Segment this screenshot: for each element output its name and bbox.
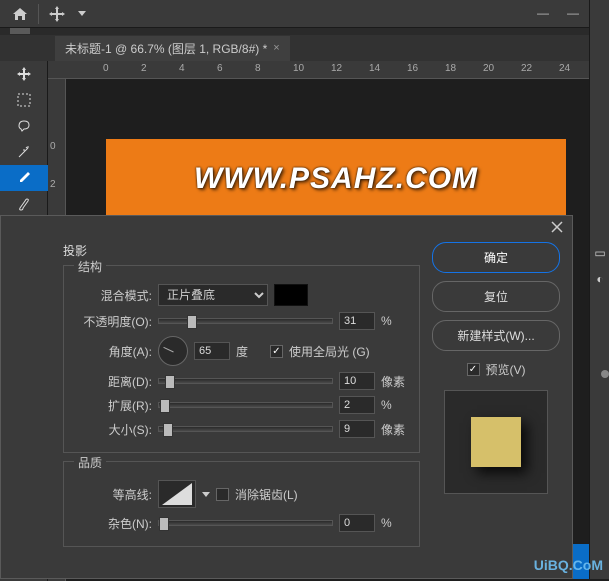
panel-icon-1[interactable]: ▭ [590, 240, 609, 266]
angle-dial[interactable] [158, 336, 188, 366]
canvas[interactable]: WWW.PSAHZ.COM [106, 139, 566, 219]
antialias-label: 消除锯齿(L) [235, 486, 298, 503]
ruler-horizontal: 0 2 4 6 8 10 12 14 16 18 20 22 24 [48, 61, 609, 79]
minimize-icon[interactable]: — [537, 6, 549, 20]
contour-label: 等高线: [74, 486, 152, 503]
panel-icon-2[interactable]: ◐ [590, 266, 609, 292]
wand-tool[interactable] [0, 139, 48, 165]
close-tab-icon[interactable]: × [273, 42, 279, 54]
canvas-text: WWW.PSAHZ.COM [194, 162, 478, 196]
noise-row: 杂色(N): % [74, 514, 409, 532]
marquee-tool[interactable] [0, 87, 48, 113]
opacity-input[interactable] [339, 312, 375, 330]
preview-checkbox[interactable] [467, 363, 480, 376]
reset-button[interactable]: 复位 [432, 281, 560, 312]
angle-unit: 度 [236, 343, 264, 360]
right-panel-strip: ▭ ◐ [589, 0, 609, 579]
panel-knob [601, 370, 609, 378]
noise-input[interactable] [339, 514, 375, 532]
dialog-titlebar [1, 216, 572, 238]
move-tool-icon[interactable] [43, 2, 71, 26]
chevron-down-icon[interactable] [75, 2, 89, 26]
contour-row: 等高线: 消除锯齿(L) [74, 480, 409, 508]
spread-row: 扩展(R): % [74, 396, 409, 414]
angle-row: 角度(A): 度 使用全局光 (G) [74, 336, 409, 366]
distance-slider[interactable] [158, 378, 333, 384]
new-style-button[interactable]: 新建样式(W)... [432, 320, 560, 351]
opacity-unit: % [381, 314, 409, 328]
structure-legend: 结构 [74, 258, 106, 275]
blend-mode-row: 混合模式: 正片叠底 [74, 284, 409, 306]
angle-input[interactable] [194, 342, 230, 360]
global-light-checkbox[interactable] [270, 345, 283, 358]
watermark: UiBQ.CoM [534, 557, 603, 573]
global-light-label: 使用全局光 (G) [289, 343, 370, 360]
preview-thumbnail [444, 390, 548, 494]
section-title: 投影 [63, 242, 420, 259]
distance-input[interactable] [339, 372, 375, 390]
noise-unit: % [381, 516, 409, 530]
brush-tool[interactable] [0, 191, 48, 217]
spread-unit: % [381, 398, 409, 412]
quality-group: 品质 等高线: 消除锯齿(L) 杂色(N): % [63, 461, 420, 547]
close-app-icon[interactable]: — [567, 6, 579, 20]
eyedropper-tool[interactable] [0, 165, 48, 191]
window-controls: — — [537, 6, 579, 20]
dialog-buttons: 确定 复位 新建样式(W)... 预览(V) [430, 242, 562, 574]
contour-picker[interactable] [158, 480, 196, 508]
size-label: 大小(S): [74, 421, 152, 438]
options-bar [0, 28, 609, 35]
lasso-tool[interactable] [0, 113, 48, 139]
close-icon[interactable] [548, 218, 566, 236]
size-slider[interactable] [158, 426, 333, 432]
blend-mode-select[interactable]: 正片叠底 [158, 284, 268, 306]
tab-title: 未标题-1 @ 66.7% (图层 1, RGB/8#) * [65, 40, 267, 57]
size-unit: 像素 [381, 421, 409, 438]
spread-slider[interactable] [158, 402, 333, 408]
document-tab[interactable]: 未标题-1 @ 66.7% (图层 1, RGB/8#) * × [55, 36, 290, 61]
layer-style-dialog: 投影 结构 混合模式: 正片叠底 不透明度(O): % 角 [0, 215, 573, 579]
distance-row: 距离(D): 像素 [74, 372, 409, 390]
antialias-checkbox[interactable] [216, 488, 229, 501]
preview-label: 预览(V) [486, 361, 526, 378]
styles-list-stub [11, 242, 53, 574]
size-row: 大小(S): 像素 [74, 420, 409, 438]
blend-mode-label: 混合模式: [74, 287, 152, 304]
distance-unit: 像素 [381, 373, 409, 390]
noise-slider[interactable] [158, 520, 333, 526]
size-input[interactable] [339, 420, 375, 438]
structure-group: 结构 混合模式: 正片叠底 不透明度(O): % 角度(A): [63, 265, 420, 453]
move-tool[interactable] [0, 61, 48, 87]
angle-label: 角度(A): [74, 343, 152, 360]
shadow-color-swatch[interactable] [274, 284, 308, 306]
dialog-content: 投影 结构 混合模式: 正片叠底 不透明度(O): % 角 [63, 242, 420, 574]
spread-label: 扩展(R): [74, 397, 152, 414]
spread-input[interactable] [339, 396, 375, 414]
ok-button[interactable]: 确定 [432, 242, 560, 273]
chevron-down-icon[interactable] [202, 492, 210, 497]
document-tabs: 未标题-1 @ 66.7% (图层 1, RGB/8#) * × [0, 35, 609, 61]
app-toolbar [0, 0, 609, 28]
opacity-label: 不透明度(O): [74, 313, 152, 330]
opacity-row: 不透明度(O): % [74, 312, 409, 330]
noise-label: 杂色(N): [74, 515, 152, 532]
distance-label: 距离(D): [74, 373, 152, 390]
home-icon[interactable] [6, 2, 34, 26]
quality-legend: 品质 [74, 454, 106, 471]
opacity-slider[interactable] [158, 318, 333, 324]
